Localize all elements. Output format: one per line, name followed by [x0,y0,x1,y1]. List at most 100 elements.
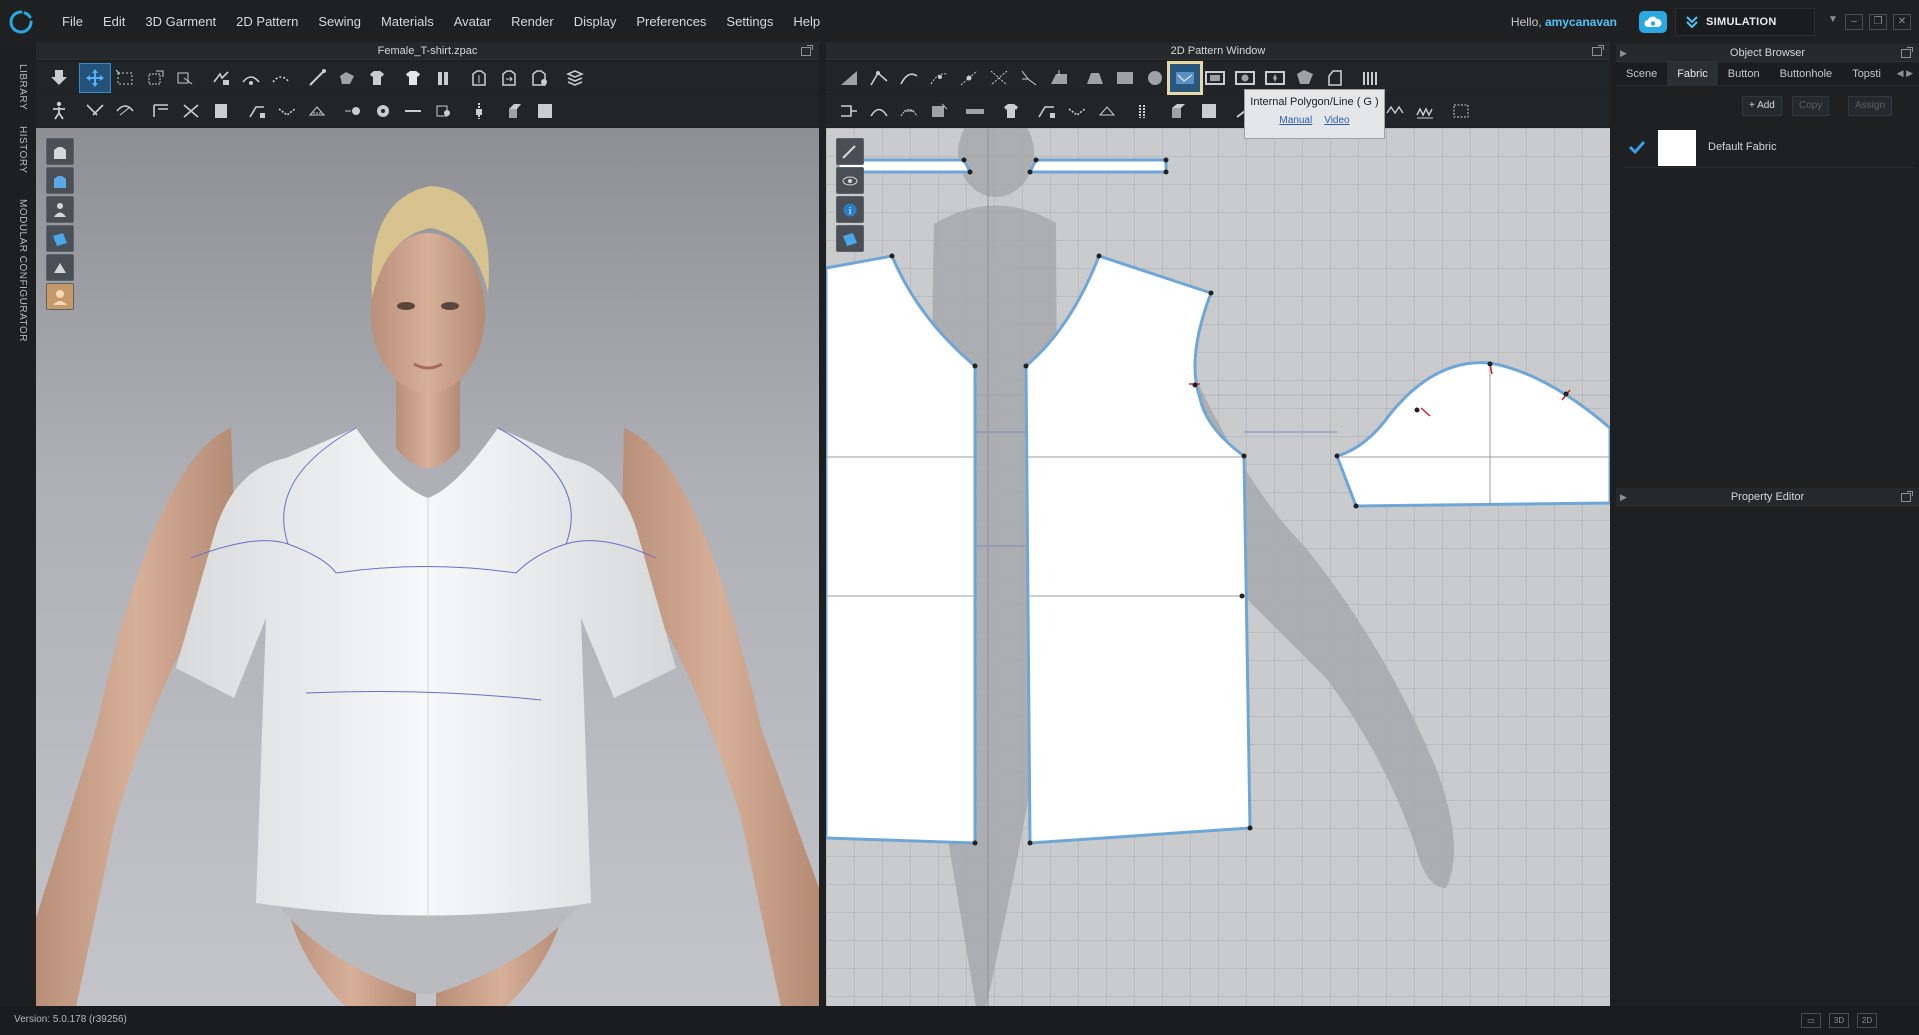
pleats-icon[interactable] [1356,64,1386,92]
menu-display[interactable]: Display [564,0,627,44]
pattern-adjust-icon[interactable] [834,64,864,92]
tab-scene[interactable]: Scene [1616,62,1667,85]
fabric-texture-icon[interactable] [500,97,530,125]
check-sewing-icon[interactable] [924,97,954,125]
display-info-icon[interactable]: i [836,196,864,223]
simulation-drop-icon[interactable] [44,64,74,92]
collapse-arrow-icon[interactable]: ▶ [1620,44,1627,62]
display-fabric-icon[interactable] [836,225,864,252]
menu-3d-garment[interactable]: 3D Garment [135,0,226,44]
strengthen-icon[interactable] [266,64,296,92]
avatar-arrange-icon[interactable] [428,64,458,92]
trace-icon[interactable] [1320,64,1350,92]
buttonhole-tool-icon[interactable] [368,97,398,125]
fold-pattern-icon[interactable] [1080,64,1110,92]
avatar-pose-icon[interactable] [44,97,74,125]
internal-circle-icon[interactable] [1230,64,1260,92]
edit-pattern-icon[interactable] [864,64,894,92]
sewing-line-icon[interactable] [80,97,110,125]
fabric-list-item[interactable]: Default Fabric [1624,128,1914,168]
shirt-arrange-icon[interactable] [398,64,428,92]
tab-button[interactable]: Button [1718,62,1770,85]
menu-avatar[interactable]: Avatar [444,0,501,44]
display-garment-icon[interactable] [46,167,74,194]
tooltip-manual-link[interactable]: Manual [1279,115,1312,126]
tab-buttonhole[interactable]: Buttonhole [1770,62,1843,85]
add-point-icon[interactable] [954,64,984,92]
rectangle-icon[interactable] [1110,64,1140,92]
internal-rectangle-icon[interactable] [1200,64,1230,92]
copy-fabric-button[interactable]: Copy [1792,96,1830,116]
sewing-free-icon[interactable] [110,97,140,125]
edit-curve-point-icon[interactable] [924,64,954,92]
menu-2d-pattern[interactable]: 2D Pattern [226,0,308,44]
garment-reset-icon[interactable] [524,64,554,92]
fold-arrange-icon[interactable] [170,64,200,92]
close-icon[interactable]: ✕ [1893,14,1911,30]
segment-sewing-icon[interactable] [834,97,864,125]
popout-icon[interactable] [1901,491,1913,502]
view2d-canvas[interactable] [826,128,1610,1007]
transform-icon[interactable] [140,64,170,92]
assign-fabric-button[interactable]: Assign [1848,96,1893,116]
fabric-edit-icon[interactable] [530,97,560,125]
cut-tool-icon[interactable] [176,97,206,125]
button-tool-icon[interactable] [338,97,368,125]
zipper-icon[interactable] [242,97,272,125]
view-3d-button[interactable]: 3D [1829,1013,1849,1028]
tooltip-video-link[interactable]: Video [1324,115,1349,126]
menu-sewing[interactable]: Sewing [308,0,371,44]
shirt-pin-icon[interactable] [362,64,392,92]
app-logo-icon[interactable] [8,9,34,35]
topstitch-icon[interactable] [272,97,302,125]
add-fabric-button[interactable]: + Add [1742,96,1782,116]
tab-topstitch[interactable]: Topsti [1842,62,1891,85]
internal-polygon-line-icon[interactable] [1167,61,1203,95]
popout-icon[interactable] [1592,45,1604,56]
display-baseline-icon[interactable] [836,138,864,165]
tack-icon[interactable] [206,64,236,92]
puckering-icon[interactable] [302,97,332,125]
fabric-edit-2d-icon[interactable] [1194,97,1224,125]
menu-materials[interactable]: Materials [371,0,444,44]
minimize-icon[interactable]: – [1845,14,1863,30]
shirt-layout-icon[interactable] [996,97,1026,125]
tab-modular-configurator[interactable]: MODULAR CONFIGURATOR [4,199,28,342]
set-seam-allowance-icon[interactable] [1014,64,1044,92]
steam-icon[interactable] [332,64,362,92]
edit-sewing-icon[interactable] [894,97,924,125]
circle-icon[interactable] [1140,64,1170,92]
menu-edit[interactable]: Edit [93,0,135,44]
menu-help[interactable]: Help [783,0,830,44]
graphic-tool-icon[interactable] [428,97,458,125]
slash-spread-icon[interactable] [1044,64,1074,92]
view3d-canvas[interactable] [36,128,819,1007]
fabric-texture-2d-icon[interactable] [1164,97,1194,125]
display-texture-icon[interactable] [46,225,74,252]
garment-flip-icon[interactable] [494,64,524,92]
tab-library[interactable]: LIBRARY [4,64,28,110]
display-skin-icon[interactable] [46,283,74,310]
view-2d-button[interactable]: 2D [1857,1013,1877,1028]
zipper-2d-icon[interactable] [1032,97,1062,125]
tab-scroll-arrows-icon[interactable]: ◀ ▶ [1897,68,1913,79]
select-box-icon[interactable] [110,64,140,92]
cloud-button[interactable] [1639,11,1667,33]
display-person-icon[interactable] [46,196,74,223]
tab-history[interactable]: HISTORY [4,126,28,174]
graphic-line-icon[interactable] [398,97,428,125]
popout-icon[interactable] [801,45,813,56]
restore-icon[interactable]: ❐ [1869,14,1887,30]
grid-snap-icon[interactable] [1446,97,1476,125]
popout-icon[interactable] [1901,47,1913,58]
free-sewing-icon[interactable] [864,97,894,125]
shirring-icon[interactable] [1410,97,1440,125]
pattern-list-icon[interactable] [1128,97,1158,125]
tape-icon[interactable] [960,97,990,125]
simulation-dropdown-icon[interactable]: ▼ [1823,14,1843,30]
user-name[interactable]: amycanavan [1545,15,1617,29]
menu-settings[interactable]: Settings [716,0,783,44]
gusset-icon[interactable] [1290,64,1320,92]
fold-tool-icon[interactable] [146,97,176,125]
collapse-arrow-icon[interactable]: ▶ [1620,488,1627,506]
